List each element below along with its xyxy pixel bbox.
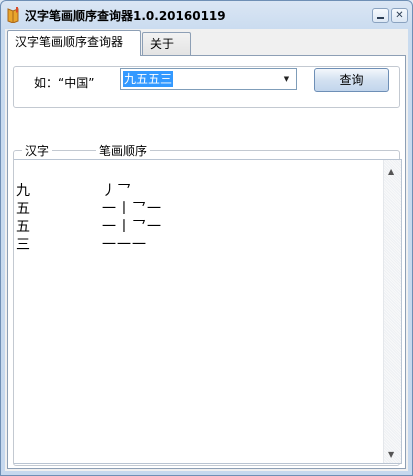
close-button[interactable]: ✕: [391, 8, 408, 23]
scroll-up-arrow-icon[interactable]: ▲: [388, 167, 394, 176]
query-input-value[interactable]: 九五五三: [123, 71, 174, 87]
result-strokes: 一丨乛一: [102, 201, 162, 217]
example-label: 如：“中国”: [34, 76, 95, 90]
vertical-scrollbar[interactable]: ▲ ▼: [383, 160, 401, 463]
query-combobox[interactable]: 九五五三 ▼: [120, 68, 297, 90]
header-hanzi: 汉字: [22, 142, 53, 159]
tab-about[interactable]: 关于: [142, 32, 191, 56]
result-char: 三: [16, 237, 30, 253]
close-icon: ✕: [395, 10, 404, 21]
minimize-icon: [377, 17, 384, 19]
result-char: 五: [16, 219, 30, 235]
results-textbox[interactable]: 九 丿乛 五 一丨乛一 五 一丨乛一 三 一一一 ▲ ▼: [14, 159, 402, 464]
result-char: 五: [16, 201, 30, 217]
window-title: 汉字笔画顺序查询器1.0.20160119: [25, 9, 226, 23]
result-strokes: 一丨乛一: [102, 219, 162, 235]
result-char: 九: [16, 183, 30, 199]
title-bar[interactable]: 汉字笔画顺序查询器1.0.20160119 ✕: [1, 1, 412, 29]
result-strokes: 丿乛: [102, 183, 132, 199]
dropdown-arrow-icon[interactable]: ▼: [279, 71, 294, 87]
app-book-icon: [7, 7, 19, 23]
app-window: 汉字笔画顺序查询器1.0.20160119 ✕ 汉字笔画顺序查询器 关于 如：“…: [0, 0, 413, 476]
query-button[interactable]: 查询: [314, 68, 389, 92]
result-strokes: 一一一: [102, 237, 147, 253]
tab-stroke-order-query[interactable]: 汉字笔画顺序查询器: [7, 30, 141, 56]
tab-panel: 如：“中国” 九五五三 ▼ 查询 汉字 笔画顺序 九 丿乛 五 一丨乛一 五 一…: [7, 55, 406, 469]
client-area: 汉字笔画顺序查询器 关于 如：“中国” 九五五三 ▼ 查询 汉字 笔画顺序 九 …: [5, 29, 408, 471]
minimize-button[interactable]: [372, 8, 389, 23]
scroll-down-arrow-icon[interactable]: ▼: [388, 450, 394, 459]
header-strokes: 笔画顺序: [96, 142, 151, 159]
